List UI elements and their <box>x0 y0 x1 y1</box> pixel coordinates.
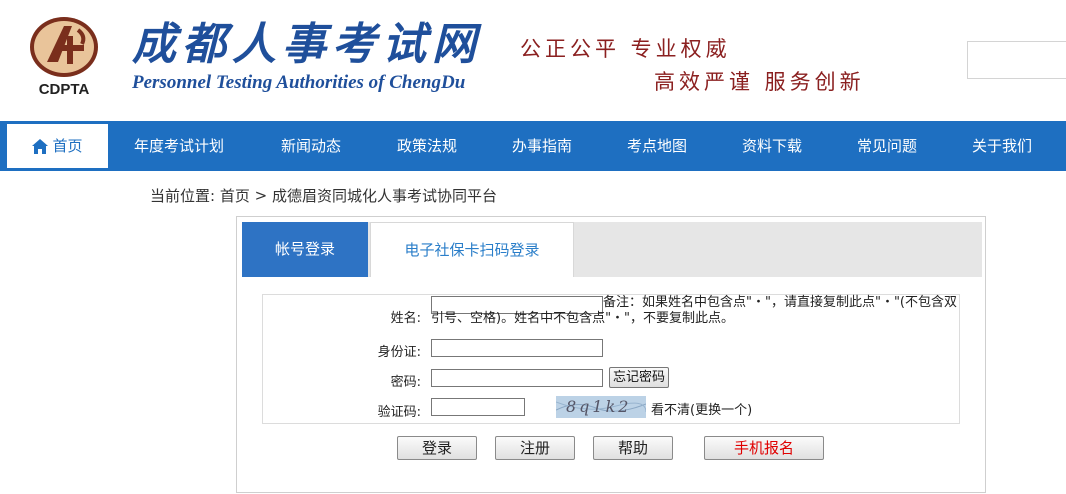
login-button[interactable]: 登录 <box>397 436 477 460</box>
password-field[interactable] <box>431 369 603 387</box>
site-title[interactable]: 成都人事考试网 <box>132 20 482 70</box>
register-button[interactable]: 注册 <box>495 436 575 460</box>
nav-item-home[interactable]: 首页 <box>7 124 108 168</box>
captcha-field[interactable] <box>431 398 525 416</box>
nav-item-annual-plan[interactable]: 年度考试计划 <box>134 121 224 171</box>
header-search-input[interactable] <box>967 41 1066 79</box>
main-nav: 首页 年度考试计划 新闻动态 政策法规 办事指南 考点地图 资料下载 常见问题 … <box>0 121 1066 171</box>
name-label: 姓名: <box>390 311 421 326</box>
id-label: 身份证: <box>377 345 421 360</box>
slogan-line-1: 公正公平 专业权威 <box>520 37 731 61</box>
cdpta-logo[interactable]: CDPTA <box>20 14 108 98</box>
breadcrumb: 当前位置: 首页 > 成德眉资同城化人事考试协同平台 <box>150 185 497 206</box>
breadcrumb-home-link[interactable]: 首页 <box>220 187 250 205</box>
id-field[interactable] <box>431 339 603 357</box>
login-panel: 帐号登录 电子社保卡扫码登录 姓名: 备注：如果姓名中包含点"・"，请直接复制此… <box>236 216 986 493</box>
home-icon <box>32 139 49 154</box>
password-label: 密码: <box>390 375 421 390</box>
nav-item-guide[interactable]: 办事指南 <box>512 121 572 171</box>
slogan-line-2: 高效严谨 服务创新 <box>654 70 865 94</box>
mobile-register-button[interactable]: 手机报名 <box>704 436 824 460</box>
breadcrumb-separator: > <box>254 186 268 205</box>
name-note: 备注：如果姓名中包含点"・"，请直接复制此点"・"(不包含双引号、空格)。姓名中… <box>431 295 959 327</box>
nav-item-policy[interactable]: 政策法规 <box>397 121 457 171</box>
nav-item-about[interactable]: 关于我们 <box>972 121 1032 171</box>
tab-account-login[interactable]: 帐号登录 <box>242 222 368 277</box>
site-subtitle: Personnel Testing Authorities of ChengDu <box>132 72 466 93</box>
nav-item-exam-map[interactable]: 考点地图 <box>627 121 687 171</box>
name-note-text: 备注：如果姓名中包含点"・"，请直接复制此点"・"(不包含双引号、空格)。姓名中… <box>431 295 957 326</box>
captcha-text: 8q1k2 <box>566 397 632 416</box>
site-header: CDPTA 成都人事考试网 Personnel Testing Authorit… <box>0 0 1066 121</box>
login-form: 姓名: 备注：如果姓名中包含点"・"，请直接复制此点"・"(不包含双引号、空格)… <box>262 294 960 424</box>
nav-item-label: 首页 <box>52 137 83 155</box>
login-tabbar: 帐号登录 电子社保卡扫码登录 <box>242 222 982 277</box>
help-button[interactable]: 帮助 <box>593 436 673 460</box>
nav-item-news[interactable]: 新闻动态 <box>281 121 341 171</box>
forgot-password-button[interactable]: 忘记密码 <box>609 367 670 388</box>
nav-item-downloads[interactable]: 资料下载 <box>742 121 802 171</box>
tab-social-card-login[interactable]: 电子社保卡扫码登录 <box>370 222 574 277</box>
breadcrumb-prefix: 当前位置: <box>150 187 216 205</box>
captcha-label: 验证码: <box>377 405 421 420</box>
breadcrumb-current: 成德眉资同城化人事考试协同平台 <box>272 187 498 205</box>
nav-item-faq[interactable]: 常见问题 <box>857 121 917 171</box>
captcha-refresh-link[interactable]: 看不清(更换一个) <box>651 399 752 418</box>
logo-text: CDPTA <box>39 81 90 98</box>
captcha-image[interactable]: 8q1k2 <box>556 396 646 418</box>
